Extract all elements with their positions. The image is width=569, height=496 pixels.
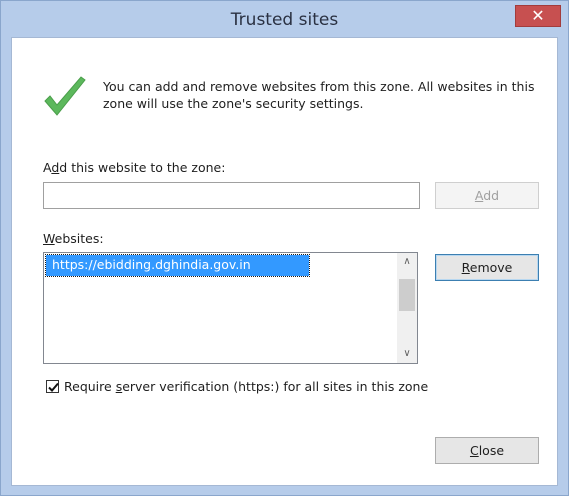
close-button[interactable]: Close <box>435 437 539 464</box>
list-item[interactable]: https://ebidding.dghindia.gov.in <box>45 254 310 277</box>
scroll-down-icon[interactable]: ∨ <box>397 345 417 363</box>
require-verification-checkbox[interactable] <box>46 380 59 393</box>
scroll-up-icon[interactable]: ∧ <box>397 253 417 271</box>
require-verification-label[interactable]: Require server verification (https:) for… <box>64 379 428 394</box>
websites-label: Websites: <box>43 231 104 246</box>
websites-scrollbar[interactable]: ∧ ∨ <box>397 253 417 363</box>
dialog-body: You can add and remove websites from thi… <box>11 37 558 486</box>
trusted-sites-dialog: Trusted sites ✕ You can add and remove w… <box>0 0 569 496</box>
remove-button[interactable]: Remove <box>435 254 539 281</box>
close-icon: ✕ <box>531 6 545 25</box>
add-button[interactable]: Add <box>435 182 539 209</box>
checkbox-check-icon <box>48 382 59 392</box>
close-window-button[interactable]: ✕ <box>515 5 561 27</box>
websites-list[interactable]: https://ebidding.dghindia.gov.in ∧ ∨ <box>43 252 418 364</box>
intro-text: You can add and remove websites from thi… <box>103 79 535 111</box>
add-website-input[interactable] <box>43 182 420 209</box>
check-mark-icon <box>44 76 86 116</box>
add-website-label: Add this website to the zone: <box>43 160 226 175</box>
window-title: Trusted sites <box>230 10 339 30</box>
scroll-thumb[interactable] <box>399 279 415 311</box>
title-bar[interactable]: Trusted sites ✕ <box>1 1 568 37</box>
